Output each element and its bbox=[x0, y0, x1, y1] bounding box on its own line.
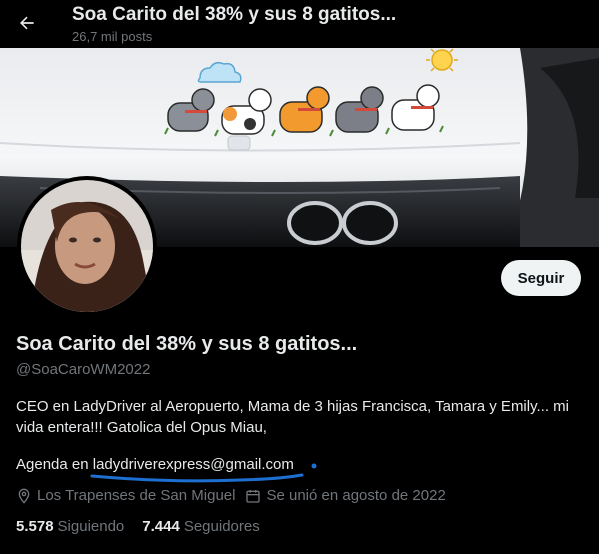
followers-link[interactable]: 7.444 Seguidores bbox=[142, 518, 259, 535]
profile-location: Los Trapenses de San Miguel bbox=[16, 487, 235, 504]
agenda-prefix: Agenda en bbox=[16, 456, 89, 473]
profile-header: Soa Carito del 38% y sus 8 gatitos... 26… bbox=[0, 0, 599, 48]
location-text: Los Trapenses de San Miguel bbox=[37, 487, 236, 504]
follow-button[interactable]: Seguir bbox=[501, 260, 581, 296]
header-title: Soa Carito del 38% y sus 8 gatitos... bbox=[72, 4, 397, 25]
profile-avatar[interactable] bbox=[17, 176, 157, 316]
arrow-left-icon bbox=[20, 16, 34, 30]
profile-joined: Se unió en agosto de 2022 bbox=[245, 487, 446, 504]
back-button[interactable] bbox=[12, 8, 42, 38]
avatar-photo bbox=[21, 180, 153, 312]
profile-stats: 5.578 Siguiendo 7.444 Seguidores bbox=[16, 518, 278, 535]
profile-handle: @SoaCaroWM2022 bbox=[16, 361, 151, 378]
profile-bio: CEO en LadyDriver al Aeropuerto, Mama de… bbox=[16, 398, 569, 436]
profile-name: Soa Carito del 38% y sus 8 gatitos... bbox=[16, 333, 358, 355]
annotation-dot bbox=[311, 463, 317, 469]
followers-label: Seguidores bbox=[183, 518, 260, 535]
location-pin-icon bbox=[18, 488, 30, 504]
following-link[interactable]: 5.578 Siguiendo bbox=[16, 518, 124, 535]
calendar-icon bbox=[246, 489, 261, 503]
following-label: Siguiendo bbox=[57, 518, 125, 535]
annotation-underline bbox=[90, 473, 304, 483]
joined-text: Se unió en agosto de 2022 bbox=[266, 487, 446, 504]
header-post-count: 26,7 mil posts bbox=[72, 29, 153, 44]
followers-count: 7.444 bbox=[142, 518, 180, 535]
following-count: 5.578 bbox=[16, 518, 54, 535]
profile-meta: Los Trapenses de San Miguel Se unió en a… bbox=[16, 487, 456, 504]
